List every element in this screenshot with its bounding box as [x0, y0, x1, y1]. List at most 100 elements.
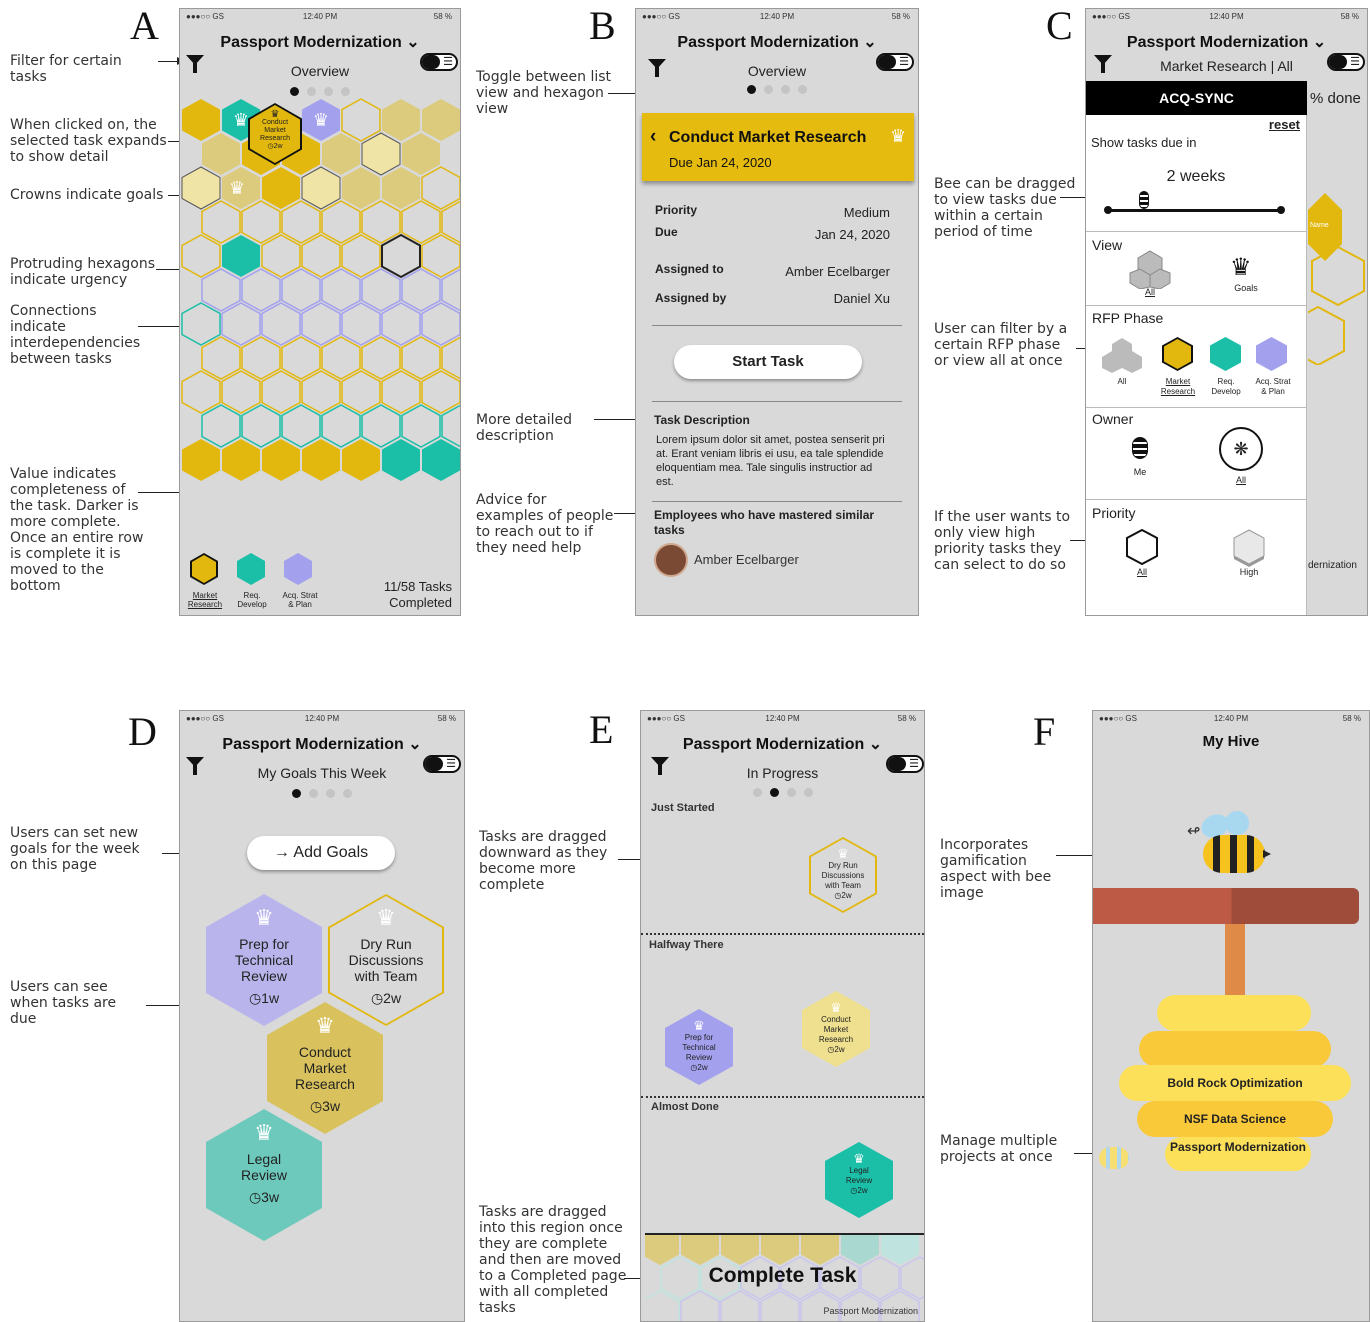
task-hexagon[interactable]: [422, 99, 460, 141]
task-hexagon[interactable]: [281, 404, 321, 448]
task-hexagon[interactable]: [301, 370, 341, 414]
task-hexagon[interactable]: [181, 370, 221, 414]
task-hexagon[interactable]: [261, 234, 301, 278]
priority-all-label[interactable]: All: [1128, 567, 1156, 577]
task-hexagon[interactable]: [401, 268, 441, 312]
task-hexagon[interactable]: [321, 200, 361, 244]
project-title[interactable]: Passport Modernization ⌄: [180, 734, 464, 754]
goal-hexagon[interactable]: ♛ Dry Run Discussions with Team ◷2w: [328, 894, 444, 1026]
all-view-icon[interactable]: [1128, 249, 1172, 289]
task-hexagon[interactable]: [401, 336, 441, 380]
task-hexagon[interactable]: [301, 302, 341, 346]
slider-end-knob[interactable]: [1277, 206, 1285, 214]
project-title[interactable]: Passport Modernization ⌄: [641, 734, 924, 754]
rfp-req-develop-hex[interactable]: [1210, 337, 1241, 371]
add-goals-button[interactable]: → Add Goals: [247, 836, 395, 870]
task-hexagon[interactable]: [201, 268, 241, 312]
task-hexagon[interactable]: [361, 132, 401, 176]
progress-task-hexagon[interactable]: ♛ Conduct Market Research ◷2w: [802, 991, 870, 1067]
task-hexagon[interactable]: [401, 404, 441, 448]
task-hexagon[interactable]: [321, 336, 361, 380]
project-bold-rock[interactable]: Bold Rock Optimization: [1119, 1065, 1351, 1101]
legend-acq-strat-hex[interactable]: [284, 553, 312, 585]
goal-hexagon[interactable]: ♛ Prep for Technical Review ◷1w: [206, 894, 322, 1026]
view-goals-label[interactable]: Goals: [1226, 283, 1266, 293]
start-task-button[interactable]: Start Task: [674, 345, 862, 379]
expert-name[interactable]: Amber Ecelbarger: [694, 552, 799, 567]
task-hexagon[interactable]: [181, 166, 221, 210]
task-hexagon[interactable]: [261, 302, 301, 346]
task-hexagon[interactable]: [341, 98, 381, 142]
owner-me-label[interactable]: Me: [1126, 467, 1154, 477]
task-hexagon[interactable]: [321, 404, 361, 448]
bee-slider-handle-icon[interactable]: [1139, 191, 1149, 209]
task-hexagon[interactable]: [181, 234, 221, 278]
project-title[interactable]: Passport Modernization ⌄: [1086, 32, 1367, 52]
task-hexagon[interactable]: [181, 302, 221, 346]
task-hexagon[interactable]: [182, 439, 220, 481]
page-dots[interactable]: [180, 785, 464, 803]
back-chevron-icon[interactable]: ‹: [650, 126, 656, 148]
task-hexagon[interactable]: [281, 268, 321, 312]
task-hexagon[interactable]: [402, 133, 440, 175]
task-hexagon[interactable]: [382, 167, 420, 209]
hexagon-task-grid[interactable]: ♛ ♛ ♛: [180, 97, 461, 537]
task-hexagon[interactable]: [381, 370, 421, 414]
rfp-acq-strat-hex[interactable]: [1256, 337, 1287, 371]
task-hexagon[interactable]: [202, 133, 240, 175]
task-hexagon[interactable]: [361, 200, 401, 244]
task-hexagon[interactable]: [361, 268, 401, 312]
task-hexagon[interactable]: [382, 439, 420, 481]
priority-high-label[interactable]: High: [1228, 567, 1270, 577]
task-hexagon[interactable]: [381, 233, 421, 279]
priority-all-hex[interactable]: [1126, 529, 1158, 565]
priority-high-hex[interactable]: [1232, 529, 1266, 567]
progress-task-hexagon[interactable]: ♛ Legal Review ◷2w: [825, 1142, 893, 1218]
progress-task-hexagon[interactable]: ♛ Dry Run Discussions with Team ◷2w: [809, 837, 877, 913]
task-hexagon[interactable]: [222, 235, 260, 277]
page-dots[interactable]: [636, 81, 918, 99]
task-hexagon[interactable]: [201, 404, 241, 448]
task-hexagon[interactable]: [301, 166, 341, 210]
task-hexagon[interactable]: [342, 439, 380, 481]
project-title[interactable]: Passport Modernization ⌄: [180, 32, 460, 52]
crown-icon[interactable]: ♛: [1230, 253, 1252, 282]
project-passport-modernization[interactable]: Passport Modernization: [1165, 1137, 1311, 1171]
task-hexagon[interactable]: [262, 439, 300, 481]
task-hexagon[interactable]: [222, 439, 260, 481]
task-hexagon[interactable]: [221, 302, 261, 346]
task-hexagon[interactable]: [201, 200, 241, 244]
task-hexagon[interactable]: [361, 336, 401, 380]
task-hexagon[interactable]: [281, 336, 321, 380]
task-hexagon[interactable]: [262, 167, 300, 209]
task-hexagon[interactable]: [382, 99, 420, 141]
task-hexagon[interactable]: [241, 200, 281, 244]
task-hexagon[interactable]: [302, 439, 340, 481]
task-hexagon[interactable]: [241, 268, 281, 312]
task-hexagon[interactable]: [241, 336, 281, 380]
bee-me-icon[interactable]: [1132, 437, 1148, 459]
task-hexagon[interactable]: [201, 336, 241, 380]
task-hexagon[interactable]: [381, 302, 421, 346]
task-hexagon[interactable]: [342, 167, 380, 209]
project-nsf-data-science[interactable]: NSF Data Science: [1137, 1101, 1333, 1137]
goal-hexagon[interactable]: ♛ Legal Review ◷3w: [206, 1109, 322, 1241]
rfp-market-research-hex[interactable]: [1162, 337, 1193, 371]
progress-task-hexagon[interactable]: ♛ Prep for Technical Review ◷2w: [665, 1009, 733, 1085]
owner-all-label[interactable]: All: [1226, 475, 1256, 485]
task-hexagon[interactable]: [341, 370, 381, 414]
task-hexagon[interactable]: [421, 234, 460, 278]
reset-link[interactable]: reset: [1269, 117, 1300, 132]
legend-market-research-hex[interactable]: [190, 553, 218, 585]
avatar[interactable]: [654, 543, 688, 577]
legend-req-develop-hex[interactable]: [237, 553, 265, 585]
project-title[interactable]: Passport Modernization ⌄: [636, 32, 918, 52]
slider-start-knob[interactable]: [1104, 206, 1112, 214]
task-hexagon[interactable]: [281, 200, 321, 244]
task-hexagon[interactable]: [321, 268, 361, 312]
task-hexagon[interactable]: [322, 133, 360, 175]
task-hexagon[interactable]: [361, 404, 401, 448]
task-hexagon[interactable]: [421, 166, 460, 210]
task-hexagon[interactable]: [261, 370, 301, 414]
view-all-label[interactable]: All: [1138, 287, 1162, 297]
